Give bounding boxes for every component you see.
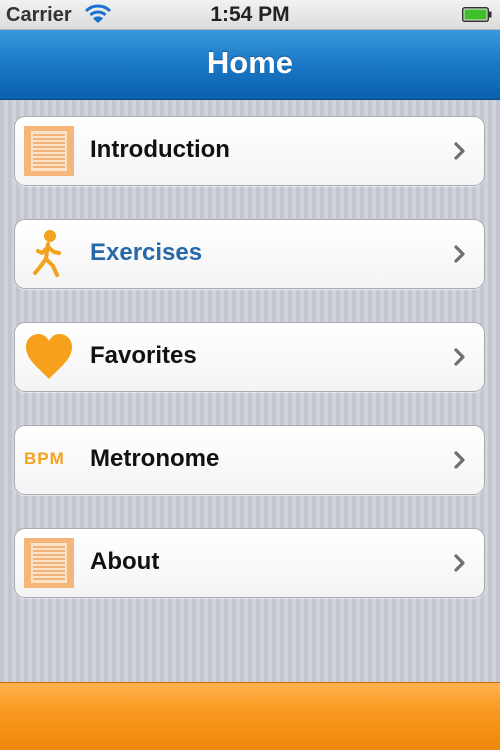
status-bar: Carrier 1:54 PM <box>0 0 500 30</box>
document-icon <box>24 538 74 588</box>
chevron-right-icon <box>454 554 465 572</box>
battery-full-icon <box>462 7 492 22</box>
menu-item-label: Introduction <box>90 136 230 163</box>
heart-icon <box>26 334 72 379</box>
bpm-icon: BPM <box>24 449 65 468</box>
menu-item-about[interactable]: About <box>14 528 485 598</box>
menu-item-label: Exercises <box>90 239 203 266</box>
chevron-right-icon <box>454 245 465 263</box>
menu-item-metronome[interactable]: BPM Metronome <box>14 425 485 495</box>
page-title: Home <box>206 45 294 80</box>
bottom-bar <box>0 682 500 750</box>
chevron-right-icon <box>454 142 465 160</box>
menu-item-label: Favorites <box>90 342 197 369</box>
menu-item-exercises[interactable]: Exercises <box>14 219 485 289</box>
status-time: 1:54 PM <box>210 3 290 26</box>
menu-item-favorites[interactable]: Favorites <box>14 322 485 392</box>
menu-item-label: Metronome <box>90 445 220 472</box>
menu-item-introduction[interactable]: Introduction <box>14 116 485 186</box>
chevron-right-icon <box>454 348 465 366</box>
menu-list: Introduction Exercises Favorites BPM Met… <box>0 100 500 682</box>
menu-item-label: About <box>90 548 160 575</box>
walking-person-icon <box>33 230 61 277</box>
document-icon <box>24 126 74 176</box>
chevron-right-icon <box>454 451 465 469</box>
navigation-bar: Home <box>0 30 500 100</box>
